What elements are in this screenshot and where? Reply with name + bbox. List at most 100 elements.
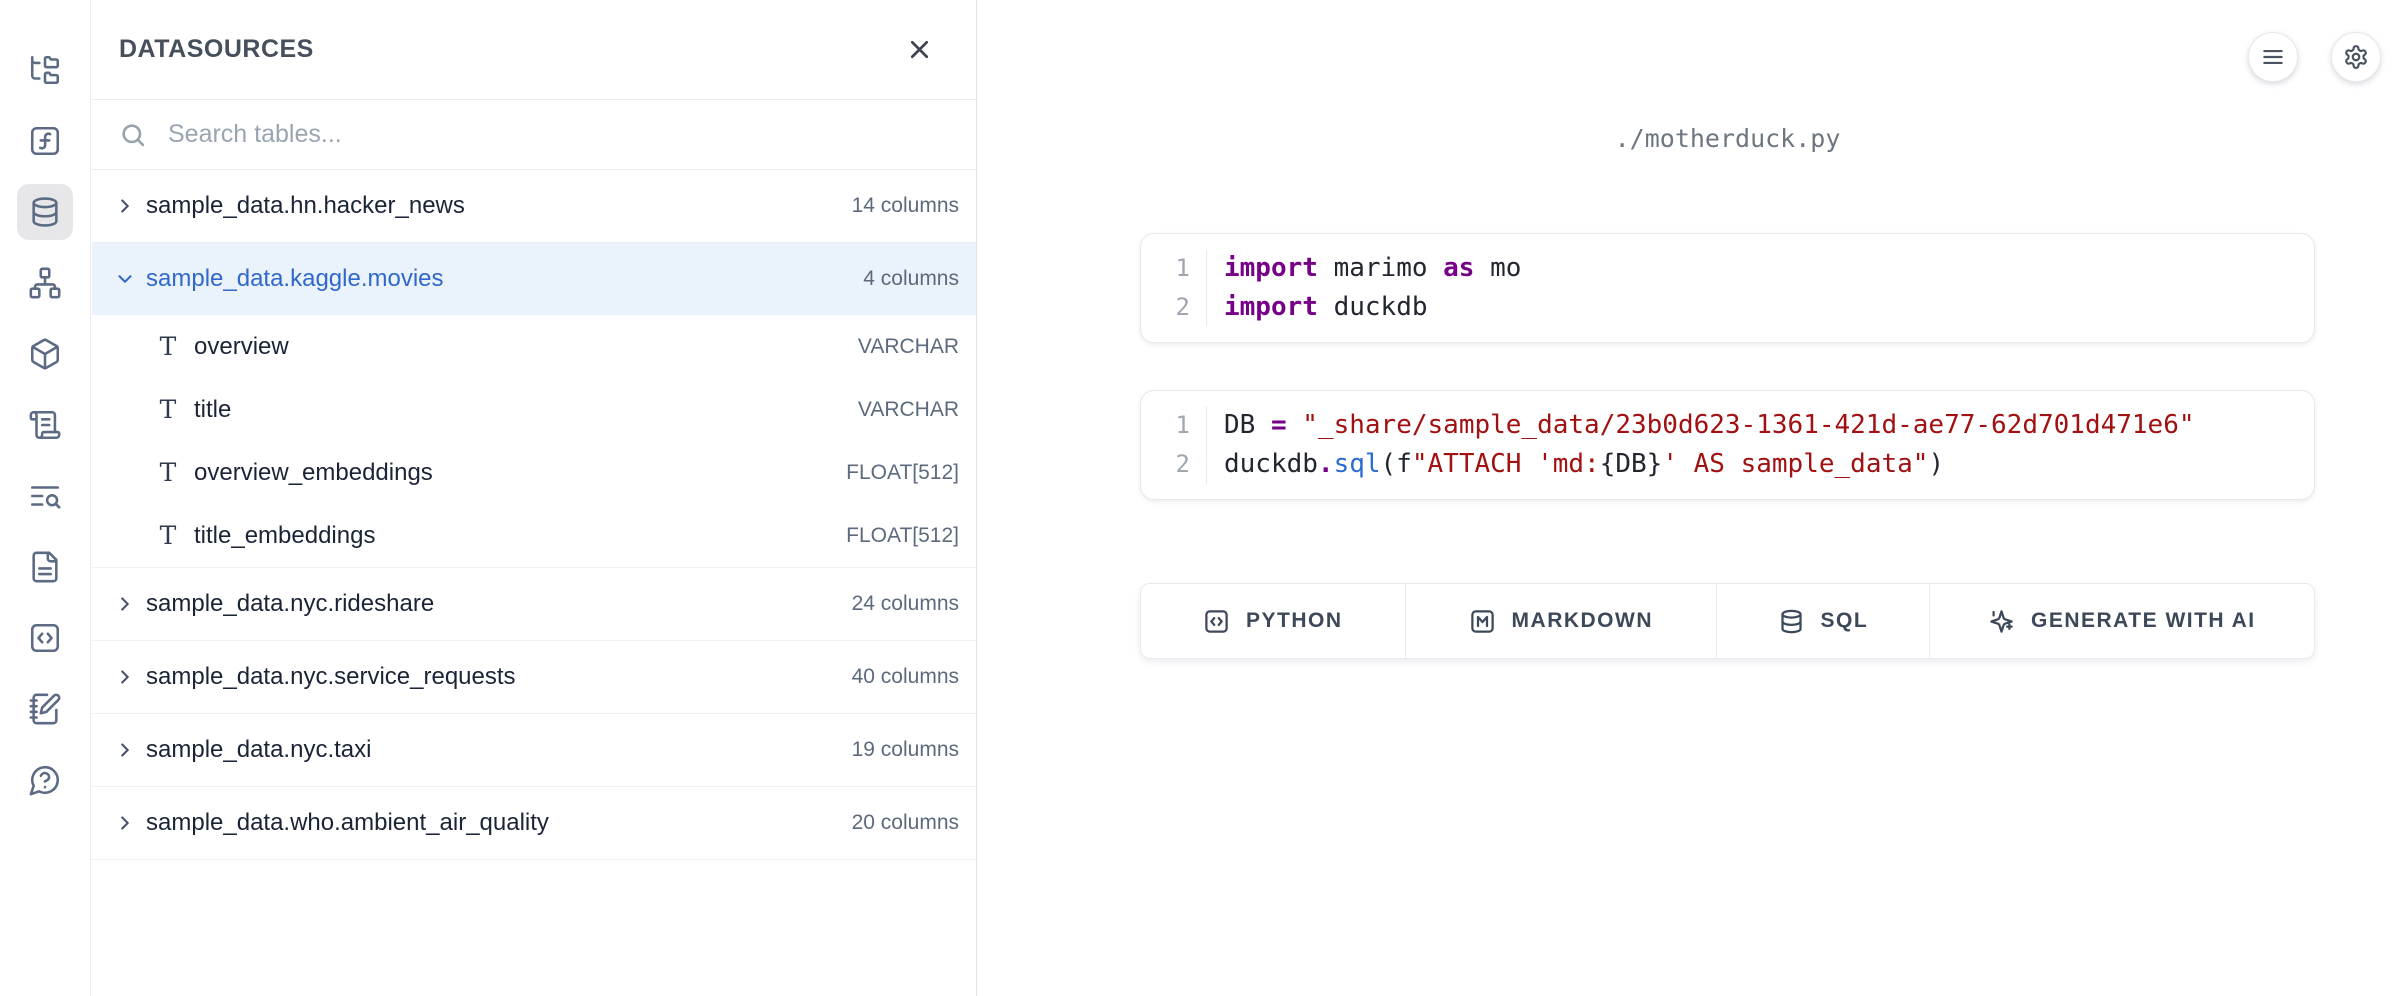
sidebar-item-packages[interactable] xyxy=(17,326,73,382)
folder-tree-icon xyxy=(28,53,62,87)
table-group: sample_data.who.ambient_air_quality 20 co… xyxy=(92,787,976,860)
column-row[interactable]: Ttitle VARCHAR xyxy=(92,378,976,441)
code-cell-1[interactable]: 12import marimo as moimport duckdb xyxy=(1140,233,2315,343)
sidebar-item-datasources[interactable] xyxy=(17,184,73,240)
table-row[interactable]: sample_data.nyc.taxi19 columns xyxy=(92,714,976,786)
line-number: 2 xyxy=(1141,288,1190,327)
chevron-right-icon xyxy=(114,812,136,834)
chevron-wrapper xyxy=(114,195,136,217)
column-row[interactable]: Ttitle_embeddingsFLOAT[512] xyxy=(92,504,976,567)
column-type: VARCHAR xyxy=(858,335,959,359)
code-line: import marimo as mo xyxy=(1224,249,1521,288)
add-markdown-cell-button[interactable]: MARKDOWN xyxy=(1406,584,1717,658)
line-number-gutter: 12 xyxy=(1141,249,1207,327)
sidebar-item-tracebacks[interactable] xyxy=(17,468,73,524)
menu-button[interactable] xyxy=(2248,32,2298,82)
text-type-icon: T xyxy=(154,458,182,487)
sidebar-item-file-explorer[interactable] xyxy=(17,42,73,98)
sidebar-item-snippets[interactable] xyxy=(17,610,73,666)
chevron-right-icon xyxy=(114,666,136,688)
line-number-gutter: 12 xyxy=(1141,406,1207,484)
text-type-icon: T xyxy=(154,395,182,424)
close-icon xyxy=(905,35,934,64)
add-cell-button-label: MARKDOWN xyxy=(1512,609,1653,633)
sidebar-item-documentation[interactable] xyxy=(17,539,73,595)
text-search-icon xyxy=(28,479,62,513)
table-name: sample_data.nyc.rideshare xyxy=(146,590,434,618)
chevron-wrapper xyxy=(114,268,136,290)
table-group: sample_data.hn.hacker_news 14 columns xyxy=(92,170,976,243)
datasources-panel-header: DATASOURCES xyxy=(92,0,976,100)
add-cell-button-label: PYTHON xyxy=(1246,609,1343,633)
sidebar-item-help[interactable] xyxy=(17,752,73,808)
generate-with-ai-button[interactable]: GENERATE WITH AI xyxy=(1930,584,2314,658)
table-group: sample_data.nyc.service_requests 40 colum… xyxy=(92,641,976,714)
chevron-right-icon xyxy=(114,195,136,217)
sidebar-item-scratchpad[interactable] xyxy=(17,681,73,737)
table-row[interactable]: sample_data.hn.hacker_news 14 columns xyxy=(92,170,976,242)
code-cell-2[interactable]: 12 DB = "_share/sample_data/23b0d623-1361… xyxy=(1140,390,2315,500)
chevron-wrapper xyxy=(114,593,136,615)
column-name: title xyxy=(194,396,231,424)
table-group: sample_data.nyc.rideshare 24 columns xyxy=(92,568,976,641)
table-column-count: 24 columns xyxy=(852,592,959,616)
chevron-wrapper xyxy=(114,812,136,834)
sidebar-item-functions[interactable] xyxy=(17,113,73,169)
close-panel-button[interactable] xyxy=(901,31,938,68)
activity-bar xyxy=(0,0,91,996)
datasources-panel: DATASOURCES sample_data.hn.hacker_news 14… xyxy=(92,0,977,996)
column-type: FLOAT[512] xyxy=(846,524,959,548)
add-cell-button-label: SQL xyxy=(1821,609,1869,633)
settings-button[interactable] xyxy=(2331,32,2381,82)
add-sql-cell-button[interactable]: SQL xyxy=(1717,584,1930,658)
table-row[interactable]: sample_data.nyc.service_requests 40 colum… xyxy=(92,641,976,713)
table-group: sample_data.nyc.taxi19 columns xyxy=(92,714,976,787)
table-column-count: 20 columns xyxy=(852,811,959,835)
network-icon xyxy=(28,266,62,300)
table-row[interactable]: sample_data.kaggle.movies 4 columns xyxy=(92,243,976,315)
database-icon xyxy=(1778,608,1805,635)
sparkles-icon xyxy=(1988,608,2015,635)
file-text-icon xyxy=(28,550,62,584)
help-circle-icon xyxy=(28,763,62,797)
scroll-text-icon xyxy=(28,408,62,442)
gear-icon xyxy=(2343,44,2369,70)
sidebar-item-logs[interactable] xyxy=(17,397,73,453)
panel-title: DATASOURCES xyxy=(119,35,314,64)
code-square-icon xyxy=(28,621,62,655)
code-line: import duckdb xyxy=(1224,288,1521,327)
table-name: sample_data.nyc.service_requests xyxy=(146,663,516,691)
table-name: sample_data.kaggle.movies xyxy=(146,265,444,293)
table-name: sample_data.hn.hacker_news xyxy=(146,192,465,220)
column-row[interactable]: ToverviewVARCHAR xyxy=(92,315,976,378)
table-name: sample_data.who.ambient_air_quality xyxy=(146,809,549,837)
table-row[interactable]: sample_data.nyc.rideshare 24 columns xyxy=(92,568,976,640)
column-name: title_embeddings xyxy=(194,522,375,550)
add-python-cell-button[interactable]: PYTHON xyxy=(1141,584,1406,658)
notebook-filename: ./motherduck.py xyxy=(1140,124,2315,153)
code-editor[interactable]: import marimo as moimport duckdb xyxy=(1207,249,1521,327)
code-square-icon xyxy=(1203,608,1230,635)
table-column-count: 14 columns xyxy=(852,194,959,218)
database-icon xyxy=(28,195,62,229)
line-number: 1 xyxy=(1141,406,1190,445)
table-row[interactable]: sample_data.who.ambient_air_quality 20 co… xyxy=(92,787,976,859)
table-column-count: 4 columns xyxy=(863,267,959,291)
chevron-right-icon xyxy=(114,739,136,761)
hamburger-icon xyxy=(2260,44,2286,70)
code-line: DB = "_share/sample_data/23b0d623-1361-4… xyxy=(1224,406,2195,445)
chevron-wrapper xyxy=(114,739,136,761)
search-tables-input[interactable] xyxy=(166,119,949,150)
table-group: sample_data.kaggle.movies 4 columns Toverv… xyxy=(92,243,976,568)
add-cell-button-label: GENERATE WITH AI xyxy=(2031,609,2256,633)
table-column-count: 40 columns xyxy=(852,665,959,689)
column-name: overview xyxy=(194,333,289,361)
sidebar-item-dependencies[interactable] xyxy=(17,255,73,311)
table-column-count: 19 columns xyxy=(852,738,959,762)
chevron-down-icon xyxy=(114,268,136,290)
column-type: VARCHAR xyxy=(858,398,959,422)
notebook-pen-icon xyxy=(28,692,62,726)
code-editor[interactable]: DB = "_share/sample_data/23b0d623-1361-4… xyxy=(1207,406,2195,484)
column-row[interactable]: Toverview_embeddingsFLOAT[512] xyxy=(92,441,976,504)
column-type: FLOAT[512] xyxy=(846,461,959,485)
